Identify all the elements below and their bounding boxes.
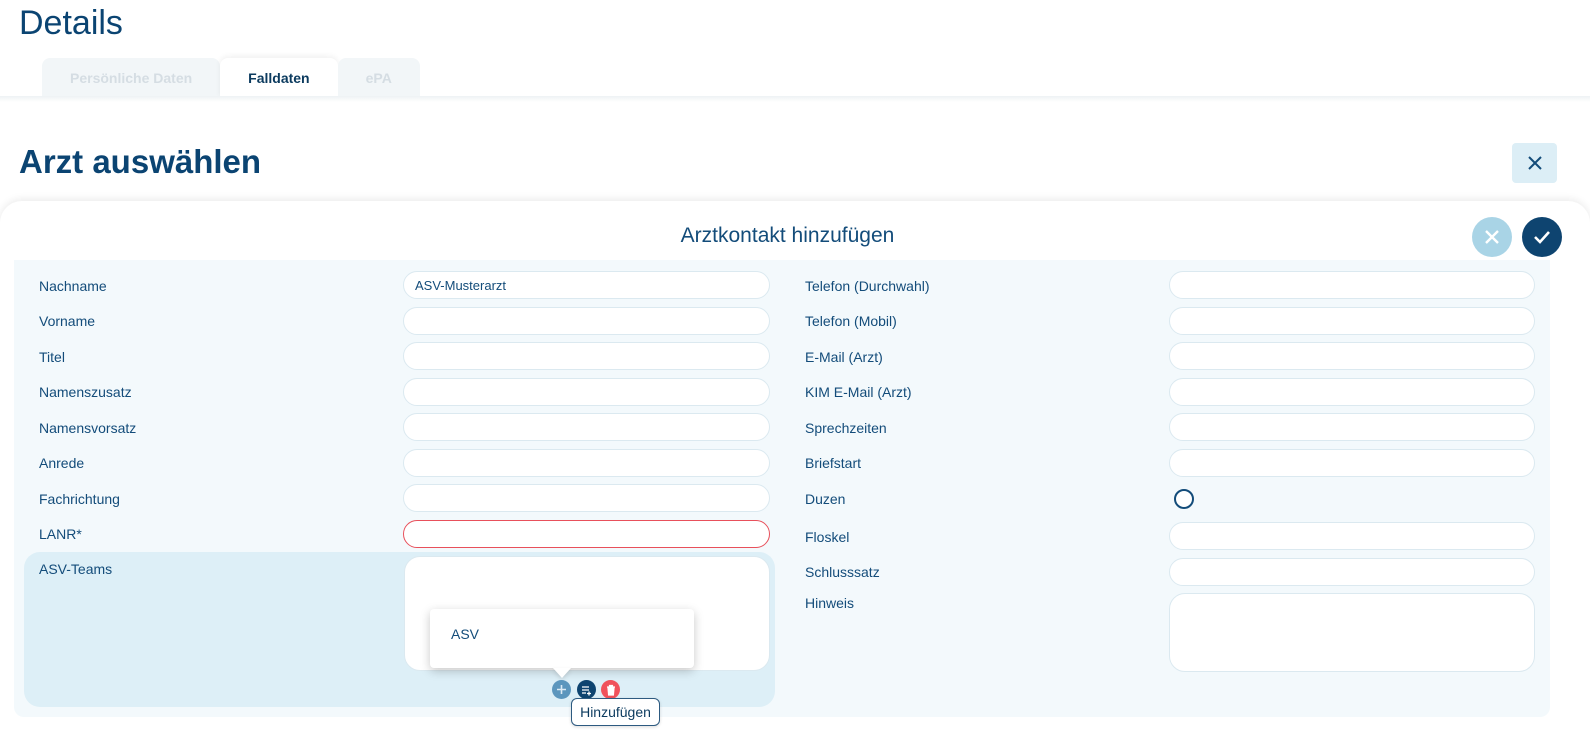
namenszusatz-field[interactable] [403,378,770,406]
hinweis-textarea[interactable] [1169,593,1535,672]
close-icon [1527,156,1542,170]
namenszusatz-label: Namenszusatz [39,384,132,400]
namensvorsatz-field[interactable] [403,413,770,441]
tab-falldaten[interactable]: Falldaten [220,58,338,98]
floskel-label: Floskel [805,529,850,545]
vorname-label: Vorname [39,313,96,329]
schlusssatz-field[interactable] [1169,558,1535,586]
dropdown-pointer [553,668,571,678]
nachname-field[interactable]: ASV-Musterarzt [403,271,770,299]
modal-close-button[interactable] [1512,143,1557,183]
plus-icon [557,685,566,694]
trash-icon [606,684,615,696]
namensvorsatz-label: Namensvorsatz [39,420,137,436]
add-team-button[interactable] [552,680,571,699]
telefon-mobil-field[interactable] [1169,307,1535,335]
add-tooltip: Hinzufügen [571,698,660,726]
tab-bar: Persönliche Daten Falldaten ePA [42,58,420,98]
vorname-field[interactable] [403,307,770,335]
page-title: Details [19,4,123,42]
form-title: Arztkontakt hinzufügen [680,224,895,247]
kim-email-label: KIM E-Mail (Arzt) [805,384,912,400]
titel-field[interactable] [403,342,770,370]
sprechzeiten-label: Sprechzeiten [805,420,887,436]
fachrichtung-label: Fachrichtung [39,491,120,507]
confirm-button[interactable] [1522,217,1562,257]
duzen-label: Duzen [805,491,846,507]
check-icon [1534,231,1550,244]
telefon-durchwahl-field[interactable] [1169,271,1535,299]
duzen-radio[interactable] [1174,489,1194,509]
sprechzeiten-field[interactable] [1169,413,1535,441]
email-field[interactable] [1169,342,1535,370]
tab-bar-divider [0,96,1590,102]
nachname-label: Nachname [39,278,107,294]
fachrichtung-field[interactable] [403,484,770,512]
asv-teams-label: ASV-Teams [39,561,113,577]
anrede-label: Anrede [39,455,85,471]
anrede-field[interactable] [403,449,770,477]
cancel-button[interactable] [1472,217,1512,257]
kim-email-field[interactable] [1169,378,1535,406]
telefon-mobil-label: Telefon (Mobil) [805,313,897,329]
briefstart-label: Briefstart [805,455,862,471]
close-icon [1485,230,1499,244]
tab-epa[interactable]: ePA [337,58,420,98]
add-list-button[interactable] [577,680,596,699]
briefstart-field[interactable] [1169,449,1535,477]
dropdown-option-asv[interactable]: ASV [451,626,479,642]
schlusssatz-label: Schlusssatz [805,564,880,580]
playlist-add-icon [581,685,591,695]
telefon-durchwahl-label: Telefon (Durchwahl) [805,278,930,294]
lanr-field[interactable] [403,520,770,548]
lanr-label: LANR* [39,526,82,542]
tab-persoenliche-daten[interactable]: Persönliche Daten [42,58,221,98]
hinweis-label: Hinweis [805,595,855,611]
email-label: E-Mail (Arzt) [805,349,883,365]
delete-team-button[interactable] [601,680,620,699]
floskel-field[interactable] [1169,522,1535,550]
modal-title: Arzt auswählen [19,143,262,180]
titel-label: Titel [39,349,65,365]
asv-teams-dropdown: ASV [430,609,694,668]
